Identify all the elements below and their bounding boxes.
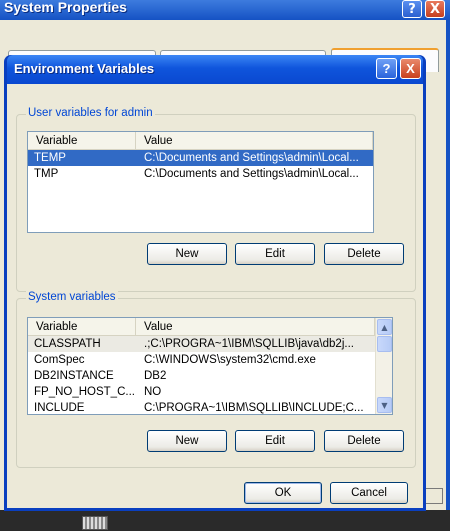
value-cell: C:\PROGRA~1\IBM\SQLLIB\INCLUDE;C... xyxy=(144,402,364,414)
close-icon[interactable]: X xyxy=(400,58,421,79)
table-row[interactable]: DB2INSTANCE DB2 xyxy=(28,368,375,384)
column-header-variable[interactable]: Variable xyxy=(28,318,136,335)
value-cell: .;C:\PROGRA~1\IBM\SQLLIB\java\db2j... xyxy=(144,338,354,350)
close-icon[interactable]: X xyxy=(425,0,445,18)
system-properties-titlebar: System Properties ? X xyxy=(0,0,450,20)
list-header: Variable Value xyxy=(28,132,373,150)
value-cell: DB2 xyxy=(144,370,167,382)
variable-cell: INCLUDE xyxy=(34,402,85,414)
variable-cell: DB2INSTANCE xyxy=(34,370,114,382)
column-header-value[interactable]: Value xyxy=(136,318,375,335)
list-header: Variable Value xyxy=(28,318,375,336)
table-row[interactable]: FP_NO_HOST_C... NO xyxy=(28,384,375,400)
system-edit-button[interactable]: Edit xyxy=(235,430,315,452)
background-button-edge xyxy=(425,488,443,504)
table-row[interactable]: CLASSPATH .;C:\PROGRA~1\IBM\SQLLIB\java\… xyxy=(28,336,375,352)
system-variables-list[interactable]: Variable Value CLASSPATH .;C:\PROGRA~1\I… xyxy=(27,317,393,415)
table-row[interactable]: INCLUDE C:\PROGRA~1\IBM\SQLLIB\INCLUDE;C… xyxy=(28,400,375,414)
column-header-value[interactable]: Value xyxy=(136,132,373,149)
cancel-button[interactable]: Cancel xyxy=(330,482,408,504)
scroll-up-arrow-icon[interactable]: ▲ xyxy=(377,319,392,335)
table-row[interactable]: TMP C:\Documents and Settings\admin\Loca… xyxy=(28,166,373,182)
user-edit-button[interactable]: Edit xyxy=(235,243,315,265)
dialog-body: User variables for admin Variable Value … xyxy=(7,84,423,508)
scrollbar-thumb[interactable] xyxy=(377,336,392,352)
system-variables-label: System variables xyxy=(26,291,118,303)
help-icon[interactable]: ? xyxy=(402,0,422,18)
variable-cell: ComSpec xyxy=(34,354,85,366)
scroll-down-arrow-icon[interactable]: ▼ xyxy=(377,397,392,413)
taskbar-icon xyxy=(82,516,108,530)
variable-cell: CLASSPATH xyxy=(34,338,101,350)
background-strip xyxy=(0,510,450,531)
ok-button[interactable]: OK xyxy=(244,482,322,504)
value-cell: C:\Documents and Settings\admin\Local... xyxy=(144,152,359,164)
variable-cell: FP_NO_HOST_C... xyxy=(34,386,135,398)
user-variables-group: User variables for admin Variable Value … xyxy=(16,107,416,292)
variable-cell: TMP xyxy=(34,168,59,180)
help-icon[interactable]: ? xyxy=(376,58,397,79)
dialog-title: Environment Variables xyxy=(14,61,155,76)
user-variables-list[interactable]: Variable Value TEMP C:\Documents and Set… xyxy=(27,131,374,233)
system-variables-group: System variables Variable Value CLASSPAT… xyxy=(16,291,416,468)
user-variables-label: User variables for admin xyxy=(26,107,155,119)
user-delete-button[interactable]: Delete xyxy=(324,243,404,265)
vertical-scrollbar[interactable]: ▲ ▼ xyxy=(375,318,392,414)
environment-variables-dialog: Environment Variables ? X User variables… xyxy=(4,55,426,511)
table-row[interactable]: ComSpec C:\WINDOWS\system32\cmd.exe xyxy=(28,352,375,368)
table-row[interactable]: TEMP C:\Documents and Settings\admin\Loc… xyxy=(28,150,373,166)
value-cell: NO xyxy=(144,386,162,398)
variable-cell: TEMP xyxy=(34,152,66,164)
system-new-button[interactable]: New xyxy=(147,430,227,452)
system-delete-button[interactable]: Delete xyxy=(324,430,404,452)
system-properties-title: System Properties xyxy=(4,0,127,15)
column-header-variable[interactable]: Variable xyxy=(28,132,136,149)
value-cell: C:\WINDOWS\system32\cmd.exe xyxy=(144,354,316,366)
dialog-titlebar[interactable]: Environment Variables ? X xyxy=(7,55,423,84)
user-new-button[interactable]: New xyxy=(147,243,227,265)
value-cell: C:\Documents and Settings\admin\Local... xyxy=(144,168,359,180)
